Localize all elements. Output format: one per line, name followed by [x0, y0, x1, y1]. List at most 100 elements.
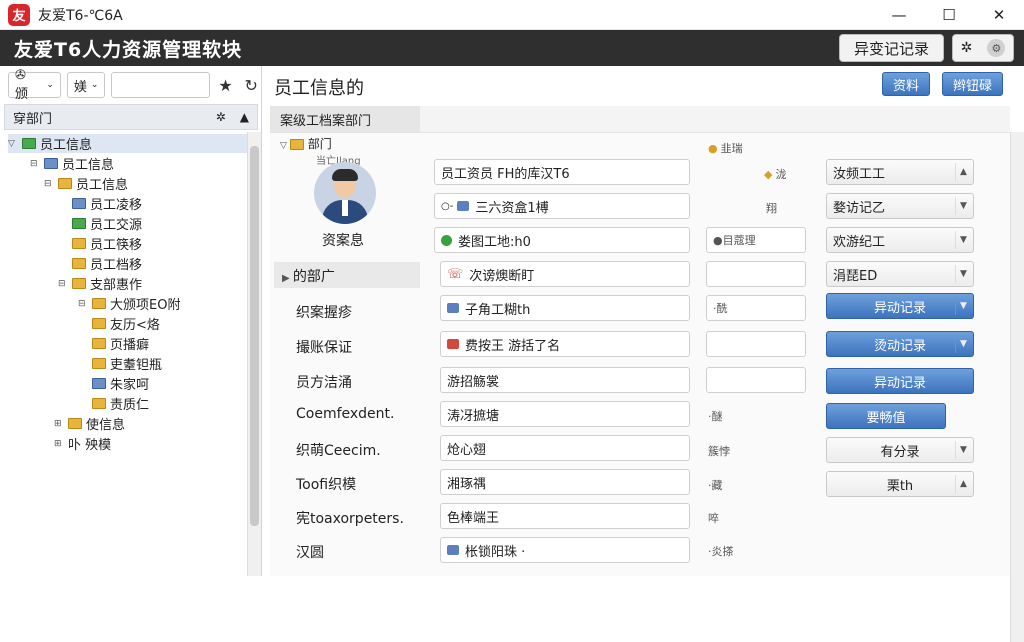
row-label: 织案握疹 [296, 305, 352, 321]
radio-icon[interactable]: ○- [441, 201, 453, 212]
text-field[interactable]: 湘琢禑 [440, 469, 690, 495]
small-label: ·醚 [708, 410, 723, 423]
text-field[interactable]: 子角工糊th [440, 295, 690, 321]
search-input[interactable] [111, 72, 210, 98]
tree-item[interactable]: 员工筷移 [72, 234, 142, 253]
small-label-text: 泷 [775, 168, 787, 181]
tree-item[interactable]: ▽ 员工信息 [8, 134, 248, 153]
text-field[interactable]: 游招觞裳 [440, 367, 690, 393]
tree-item[interactable]: 朱家呵 [92, 374, 149, 393]
tree-item[interactable]: 页播癖 [92, 334, 149, 353]
expand-icon[interactable]: ⊟ [58, 279, 70, 289]
department-tree: ▽ 员工信息 ⊟ 员工信息 ⊟ 员工信息 员工凌移 员工交源 员工筷移 员工档移… [4, 132, 248, 572]
star-icon[interactable]: ★ [216, 76, 236, 95]
collapse-icon[interactable]: ▲ [240, 110, 249, 124]
change-record-button[interactable]: 异动记录 [826, 368, 974, 394]
folder-icon [72, 198, 86, 209]
chevron-down-icon: ▼ [955, 265, 971, 283]
type-dropdown-label: 媄 [73, 79, 87, 95]
select-combo[interactable]: 欢游纪工 ▼ [826, 227, 974, 253]
small-field[interactable] [706, 261, 806, 287]
pin-icon[interactable]: ✲ [216, 110, 226, 124]
change-record-combo[interactable]: 异动记录 ▼ [826, 293, 974, 319]
text-field[interactable]: ○- 三六资盒1榑 [434, 193, 690, 219]
row-label: 撮账保证 [296, 340, 352, 356]
folder-icon [92, 358, 106, 369]
close-button[interactable]: ✕ [974, 0, 1024, 30]
folder-icon [72, 258, 86, 269]
change-record-button[interactable]: 异变记记录 [838, 34, 944, 62]
tree-scrollbar[interactable] [247, 132, 261, 576]
folder-icon [72, 278, 86, 289]
select-combo[interactable]: 汝频工工 ▲ [826, 159, 974, 185]
text-field[interactable]: 色棒端王 [440, 503, 690, 529]
small-field[interactable] [706, 331, 806, 357]
small-field[interactable]: ·酰 [706, 295, 806, 321]
text-field[interactable]: 员工资员 FH的库汉T6 [434, 159, 690, 185]
filter-dropdown[interactable]: ✇ 颁 ⌄ [8, 68, 61, 102]
field-value: 次谤燠断盯 [469, 268, 535, 284]
combo-value: 异动记录 [873, 300, 926, 316]
field-value: 员工资员 FH的库汉T6 [441, 166, 570, 182]
scrollbar-thumb[interactable] [250, 146, 259, 526]
record-button[interactable]: 辫钮碌 [942, 72, 1004, 96]
row-label[interactable]: ▶ 的部广 [282, 266, 335, 286]
combo-value: 汝频工工 [833, 166, 886, 182]
tree-item[interactable]: 责质仁 [92, 394, 149, 413]
tree-item-label: 页播癖 [110, 338, 150, 353]
change-record-combo[interactable]: 烫动记录 ▼ [826, 331, 974, 357]
field-value: 子角工糊th [465, 302, 531, 318]
select-combo[interactable]: 婺访记乙 ▼ [826, 193, 974, 219]
text-field[interactable]: 费按王 游括了名 [440, 331, 690, 357]
refresh-icon[interactable]: ↻ [241, 76, 261, 95]
small-label-text: 韭瑞 [720, 142, 743, 155]
list-icon [457, 201, 470, 211]
app-header: 友爱T6人力资源管理软块 异变记记录 ✲ ⚙ [0, 30, 1024, 66]
select-combo[interactable]: 有分录 ▼ [826, 437, 974, 463]
select-combo[interactable]: 涓琵ED ▼ [826, 261, 974, 287]
tree-item[interactable]: 员工凌移 [72, 194, 142, 213]
maximize-button[interactable]: ☐ [924, 0, 974, 30]
type-dropdown[interactable]: 媄 ⌄ [66, 72, 106, 98]
expand-icon[interactable]: ⊟ [44, 179, 56, 189]
book-icon [447, 339, 459, 349]
field-value: 娄图工地:h0 [458, 234, 531, 250]
expand-icon[interactable]: ▽ [8, 139, 20, 149]
expand-icon[interactable]: ▽ [280, 141, 290, 151]
tree-item[interactable]: 吏耋钽瓶 [92, 354, 162, 373]
gear-icon[interactable]: ⚙ [987, 39, 1006, 57]
tree-item[interactable]: ⊟ 大颁项EO附 [78, 294, 180, 313]
expand-icon[interactable]: ▶ [282, 273, 293, 284]
tree-item[interactable]: ⊟ 员工信息 [30, 154, 114, 173]
tree-item[interactable]: ⊟ 支部惠作 [58, 274, 142, 293]
expand-icon[interactable]: ⊞ [54, 419, 66, 429]
minimize-button[interactable]: — [874, 0, 924, 30]
form-scrollbar[interactable] [1010, 132, 1024, 642]
text-field[interactable]: 枨锁阳珠 · [440, 537, 690, 563]
tree-item[interactable]: 员工交源 [72, 214, 142, 233]
combo-value: 婺访记乙 [833, 200, 886, 216]
small-label: ◆ 泷 [764, 168, 787, 181]
small-field[interactable] [706, 367, 806, 393]
expand-icon[interactable]: ⊟ [30, 159, 42, 169]
small-field[interactable]: ●目蔻理 [706, 227, 806, 253]
text-field[interactable]: 炝心翅 [440, 435, 690, 461]
tree-item-label: 卟 殃模 [68, 438, 112, 453]
combo-value: 栗th [886, 478, 914, 494]
form-tree-node[interactable]: ▽ 部门 [280, 135, 332, 152]
folder-icon [22, 138, 36, 149]
value-button[interactable]: 要畅值 [826, 403, 946, 429]
select-combo[interactable]: 栗th ▲ [826, 471, 974, 497]
tree-item[interactable]: 员工档移 [72, 254, 142, 273]
data-button[interactable]: 资料 [882, 72, 931, 96]
pin-icon[interactable]: ✲ [961, 40, 973, 56]
tree-item[interactable]: ⊞ 使信息 [54, 414, 125, 433]
tree-item[interactable]: ⊞ 卟 殃模 [54, 434, 111, 453]
expand-icon[interactable]: ⊟ [78, 299, 90, 309]
expand-icon[interactable]: ⊞ [54, 439, 66, 449]
tree-item[interactable]: 友历<烙 [92, 314, 160, 333]
text-field[interactable]: ☏ 次谤燠断盯 [440, 261, 690, 287]
text-field[interactable]: 娄图工地:h0 [434, 227, 690, 253]
text-field[interactable]: 涛冴摭塘 [440, 401, 690, 427]
tree-item[interactable]: ⊟ 员工信息 [44, 174, 128, 193]
